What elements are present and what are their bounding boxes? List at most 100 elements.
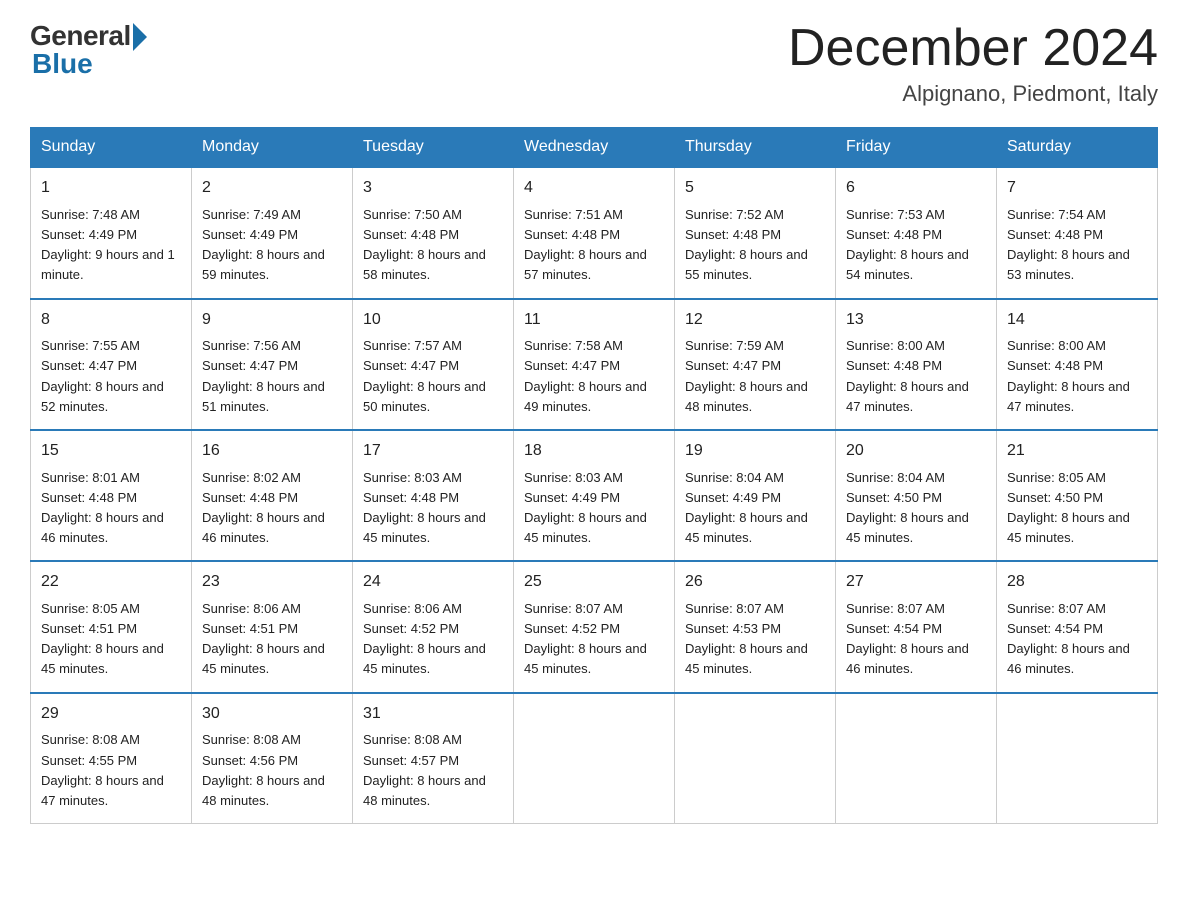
sunrise-label: Sunrise: 7:50 AM: [363, 207, 462, 222]
day-number: 25: [524, 570, 664, 595]
sunrise-label: Sunrise: 7:57 AM: [363, 338, 462, 353]
daylight-label: Daylight: 8 hours and 45 minutes.: [685, 510, 808, 545]
sunrise-label: Sunrise: 8:00 AM: [846, 338, 945, 353]
day-number: 2: [202, 176, 342, 201]
sunrise-label: Sunrise: 8:07 AM: [1007, 601, 1106, 616]
sunrise-label: Sunrise: 7:59 AM: [685, 338, 784, 353]
sunrise-label: Sunrise: 8:01 AM: [41, 470, 140, 485]
day-number: 13: [846, 308, 986, 333]
day-number: 1: [41, 176, 181, 201]
daylight-label: Daylight: 8 hours and 45 minutes.: [524, 510, 647, 545]
daylight-label: Daylight: 8 hours and 45 minutes.: [41, 641, 164, 676]
daylight-label: Daylight: 8 hours and 52 minutes.: [41, 379, 164, 414]
day-number: 3: [363, 176, 503, 201]
sunset-label: Sunset: 4:48 PM: [363, 490, 459, 505]
sunset-label: Sunset: 4:52 PM: [363, 621, 459, 636]
calendar-cell: 3 Sunrise: 7:50 AM Sunset: 4:48 PM Dayli…: [353, 167, 514, 298]
col-header-tuesday: Tuesday: [353, 128, 514, 168]
day-number: 15: [41, 439, 181, 464]
sunrise-label: Sunrise: 8:03 AM: [524, 470, 623, 485]
day-number: 17: [363, 439, 503, 464]
daylight-label: Daylight: 8 hours and 51 minutes.: [202, 379, 325, 414]
day-number: 24: [363, 570, 503, 595]
calendar-cell: 25 Sunrise: 8:07 AM Sunset: 4:52 PM Dayl…: [514, 561, 675, 692]
daylight-label: Daylight: 8 hours and 45 minutes.: [685, 641, 808, 676]
sunrise-label: Sunrise: 8:08 AM: [41, 732, 140, 747]
sunset-label: Sunset: 4:48 PM: [846, 358, 942, 373]
sunrise-label: Sunrise: 7:52 AM: [685, 207, 784, 222]
location-text: Alpignano, Piedmont, Italy: [788, 81, 1158, 107]
calendar-cell: [997, 693, 1158, 824]
day-number: 28: [1007, 570, 1147, 595]
daylight-label: Daylight: 8 hours and 57 minutes.: [524, 247, 647, 282]
calendar-header-row: SundayMondayTuesdayWednesdayThursdayFrid…: [31, 128, 1158, 168]
calendar-cell: 10 Sunrise: 7:57 AM Sunset: 4:47 PM Dayl…: [353, 299, 514, 430]
sunrise-label: Sunrise: 7:55 AM: [41, 338, 140, 353]
day-number: 5: [685, 176, 825, 201]
sunrise-label: Sunrise: 8:08 AM: [363, 732, 462, 747]
daylight-label: Daylight: 9 hours and 1 minute.: [41, 247, 175, 282]
day-number: 18: [524, 439, 664, 464]
logo-blue-text: Blue: [32, 48, 93, 80]
calendar-cell: 4 Sunrise: 7:51 AM Sunset: 4:48 PM Dayli…: [514, 167, 675, 298]
calendar-cell: 22 Sunrise: 8:05 AM Sunset: 4:51 PM Dayl…: [31, 561, 192, 692]
calendar-cell: [514, 693, 675, 824]
daylight-label: Daylight: 8 hours and 47 minutes.: [846, 379, 969, 414]
week-row-4: 22 Sunrise: 8:05 AM Sunset: 4:51 PM Dayl…: [31, 561, 1158, 692]
daylight-label: Daylight: 8 hours and 46 minutes.: [41, 510, 164, 545]
day-number: 12: [685, 308, 825, 333]
calendar-table: SundayMondayTuesdayWednesdayThursdayFrid…: [30, 127, 1158, 824]
col-header-monday: Monday: [192, 128, 353, 168]
day-number: 30: [202, 702, 342, 727]
sunset-label: Sunset: 4:50 PM: [1007, 490, 1103, 505]
calendar-cell: 30 Sunrise: 8:08 AM Sunset: 4:56 PM Dayl…: [192, 693, 353, 824]
daylight-label: Daylight: 8 hours and 45 minutes.: [363, 641, 486, 676]
sunset-label: Sunset: 4:48 PM: [202, 490, 298, 505]
daylight-label: Daylight: 8 hours and 47 minutes.: [41, 773, 164, 808]
calendar-cell: 20 Sunrise: 8:04 AM Sunset: 4:50 PM Dayl…: [836, 430, 997, 561]
sunrise-label: Sunrise: 8:06 AM: [363, 601, 462, 616]
day-number: 11: [524, 308, 664, 333]
sunset-label: Sunset: 4:48 PM: [41, 490, 137, 505]
sunrise-label: Sunrise: 8:04 AM: [846, 470, 945, 485]
sunset-label: Sunset: 4:54 PM: [846, 621, 942, 636]
col-header-wednesday: Wednesday: [514, 128, 675, 168]
sunset-label: Sunset: 4:50 PM: [846, 490, 942, 505]
daylight-label: Daylight: 8 hours and 53 minutes.: [1007, 247, 1130, 282]
col-header-thursday: Thursday: [675, 128, 836, 168]
col-header-sunday: Sunday: [31, 128, 192, 168]
sunrise-label: Sunrise: 7:48 AM: [41, 207, 140, 222]
calendar-cell: 27 Sunrise: 8:07 AM Sunset: 4:54 PM Dayl…: [836, 561, 997, 692]
page-header: General Blue December 2024 Alpignano, Pi…: [30, 20, 1158, 107]
sunrise-label: Sunrise: 8:07 AM: [685, 601, 784, 616]
daylight-label: Daylight: 8 hours and 50 minutes.: [363, 379, 486, 414]
sunset-label: Sunset: 4:47 PM: [685, 358, 781, 373]
calendar-cell: 29 Sunrise: 8:08 AM Sunset: 4:55 PM Dayl…: [31, 693, 192, 824]
sunset-label: Sunset: 4:49 PM: [685, 490, 781, 505]
sunset-label: Sunset: 4:48 PM: [524, 227, 620, 242]
daylight-label: Daylight: 8 hours and 45 minutes.: [363, 510, 486, 545]
sunset-label: Sunset: 4:52 PM: [524, 621, 620, 636]
calendar-cell: 14 Sunrise: 8:00 AM Sunset: 4:48 PM Dayl…: [997, 299, 1158, 430]
daylight-label: Daylight: 8 hours and 48 minutes.: [202, 773, 325, 808]
day-number: 23: [202, 570, 342, 595]
sunset-label: Sunset: 4:49 PM: [202, 227, 298, 242]
day-number: 20: [846, 439, 986, 464]
sunrise-label: Sunrise: 8:02 AM: [202, 470, 301, 485]
col-header-friday: Friday: [836, 128, 997, 168]
calendar-cell: 12 Sunrise: 7:59 AM Sunset: 4:47 PM Dayl…: [675, 299, 836, 430]
sunset-label: Sunset: 4:49 PM: [41, 227, 137, 242]
sunset-label: Sunset: 4:55 PM: [41, 753, 137, 768]
day-number: 10: [363, 308, 503, 333]
calendar-cell: 11 Sunrise: 7:58 AM Sunset: 4:47 PM Dayl…: [514, 299, 675, 430]
daylight-label: Daylight: 8 hours and 45 minutes.: [1007, 510, 1130, 545]
day-number: 16: [202, 439, 342, 464]
calendar-cell: 31 Sunrise: 8:08 AM Sunset: 4:57 PM Dayl…: [353, 693, 514, 824]
sunrise-label: Sunrise: 8:04 AM: [685, 470, 784, 485]
daylight-label: Daylight: 8 hours and 46 minutes.: [846, 641, 969, 676]
day-number: 14: [1007, 308, 1147, 333]
week-row-3: 15 Sunrise: 8:01 AM Sunset: 4:48 PM Dayl…: [31, 430, 1158, 561]
title-block: December 2024 Alpignano, Piedmont, Italy: [788, 20, 1158, 107]
day-number: 26: [685, 570, 825, 595]
calendar-cell: 1 Sunrise: 7:48 AM Sunset: 4:49 PM Dayli…: [31, 167, 192, 298]
